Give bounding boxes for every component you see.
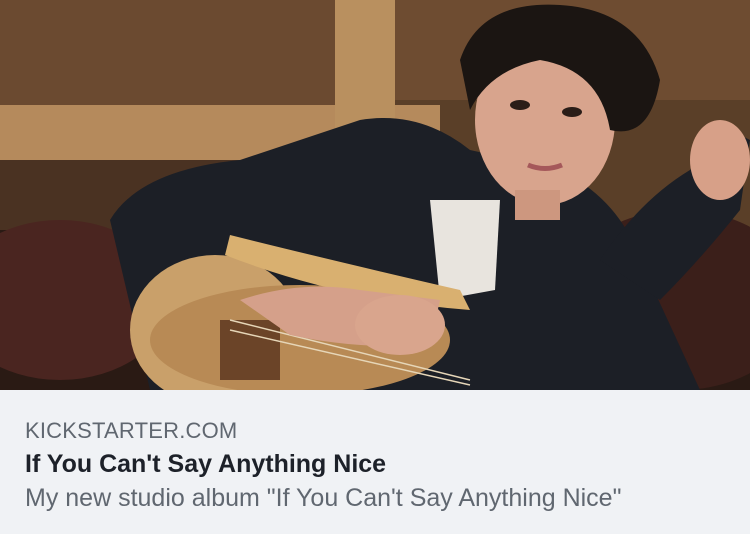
link-preview-card[interactable]: KICKSTARTER.COM If You Can't Say Anythin… xyxy=(0,0,750,534)
link-description: My new studio album "If You Can't Say An… xyxy=(25,484,622,512)
link-title[interactable]: If You Can't Say Anything Nice xyxy=(25,450,386,479)
preview-image[interactable] xyxy=(0,0,750,390)
link-domain: KICKSTARTER.COM xyxy=(25,418,238,443)
album-photo xyxy=(0,0,750,390)
